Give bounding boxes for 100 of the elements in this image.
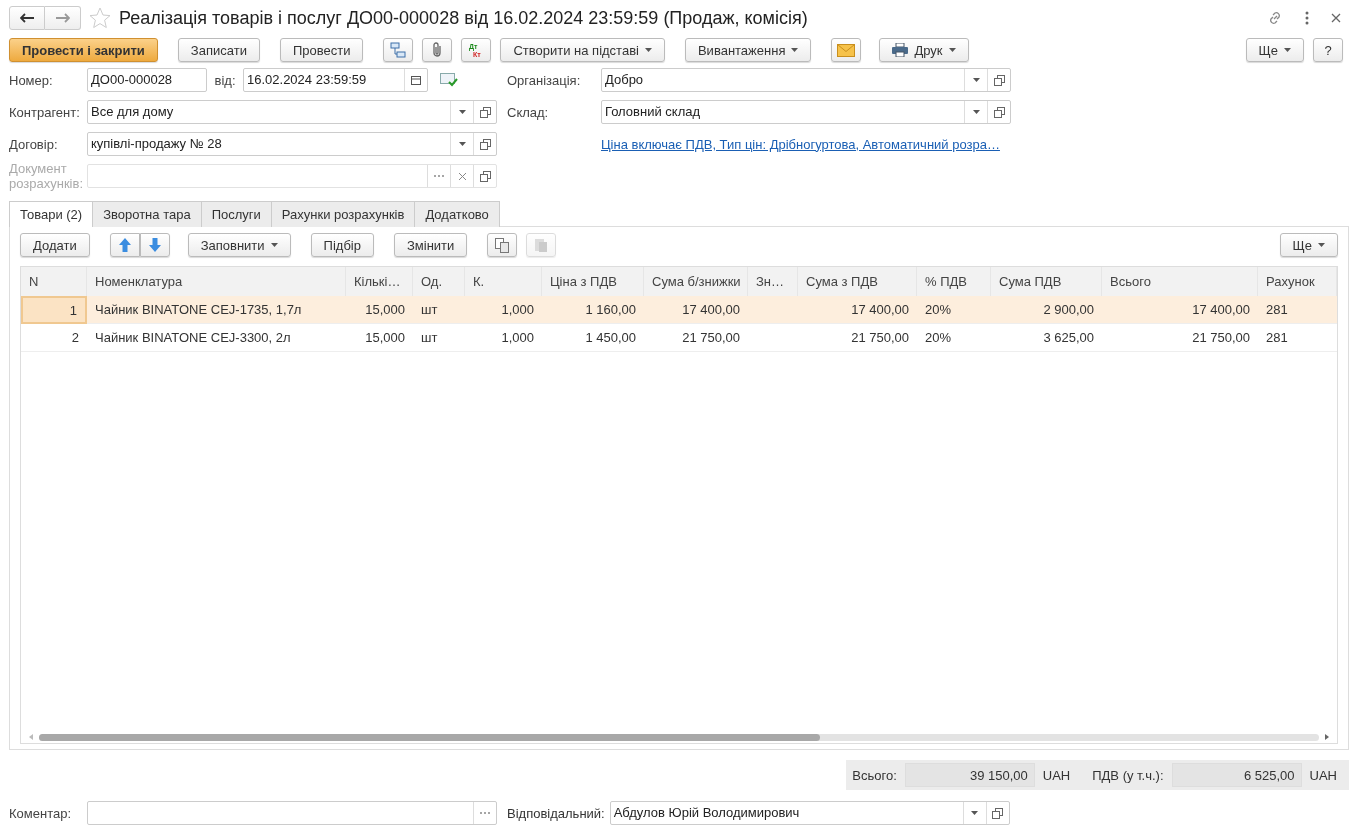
column-header: Од. [413,267,465,296]
field-label: від: [213,72,237,88]
post-and-close-button[interactable]: Провести і закрити [9,38,158,62]
toolbar-icon-button[interactable] [422,38,453,62]
back-button[interactable] [9,6,45,30]
table-cell: 1 160,00 [542,296,644,324]
posted-check-icon [440,73,458,87]
select-field[interactable]: купівлі-продажу № 28 [87,132,497,156]
paste-icon [534,237,549,253]
menu-button[interactable]: Вивантаження [684,38,812,62]
print-button[interactable]: Друк [879,38,969,62]
menu-button[interactable]: Створити на підставі [500,38,665,62]
caret-icon [1318,243,1325,247]
toolbar-icon-button[interactable] [487,233,518,257]
close-icon[interactable] [1329,11,1343,25]
star-icon[interactable] [89,7,111,29]
field-label: Склад: [507,104,550,120]
toolbar-button[interactable]: Змінити [393,233,468,257]
responsible-field[interactable]: Абдулов Юрій Володимирович [609,801,1010,825]
field-label: Коментар: [9,805,73,821]
column-header: N [21,267,87,296]
table-cell: Чайник BINATONE CEJ-1735, 1,7л [87,296,346,324]
caret-icon [972,110,980,114]
toolbar-button[interactable]: Провести [279,38,364,62]
table-cell: 17 400,00 [1102,296,1258,324]
tab[interactable]: Рахунки розрахунків [270,201,416,227]
more-button[interactable]: Ще [1279,233,1338,257]
forward-arrow-icon [55,13,70,23]
menu-button[interactable]: Заповнити [187,233,291,257]
number-field[interactable]: ДО00-000028 [87,68,207,92]
toolbar-button[interactable]: Додати [20,233,90,257]
help-button[interactable]: ? [1313,38,1343,62]
caret-icon [948,48,956,52]
scroll-right-icon [1325,734,1329,740]
open-icon [479,170,491,182]
column-header: Зн… [748,267,798,296]
total-label: Всього: [852,767,897,783]
toolbar-icon-button[interactable] [383,38,414,62]
column-header: Кількі… [346,267,413,296]
caret-icon [971,811,979,815]
select-field[interactable]: Головний склад [601,100,1011,124]
clear-icon [458,172,466,180]
caret-icon [791,48,799,52]
copy-icon [495,237,510,253]
table-cell: 15,000 [346,296,413,324]
column-header: % ПДВ [917,267,991,296]
column-header: Сума ПДВ [991,267,1102,296]
open-icon [993,74,1005,86]
currency-label: UAH [1309,767,1337,783]
table-cell: 17 400,00 [644,296,748,324]
table-cell: 17 400,00 [798,296,917,324]
toolbar-button[interactable]: Записати [177,38,260,62]
select-field[interactable] [87,164,497,188]
select-field[interactable]: Добро [601,68,1011,92]
caret-icon [270,243,278,247]
table-cell: 20% [917,296,991,324]
field-label: Організація: [507,72,582,88]
total-label: ПДВ (у т.ч.): [1092,767,1164,783]
open-icon [992,807,1004,819]
price-settings-link[interactable]: Ціна включає ПДВ, Тип цін: Дрібногуртова, Автоматичний розра… [601,136,1000,152]
table-cell: 281 [1258,296,1337,324]
down-arrow-icon [148,238,161,252]
open-icon [479,138,491,150]
select-field[interactable]: Все для дому [87,100,497,124]
tab[interactable]: Товари (2) [9,201,94,227]
caret-icon [972,78,980,82]
structure-icon [390,42,407,58]
open-icon [479,106,491,118]
table-cell: 1 [21,296,87,324]
date-field[interactable]: 16.02.2024 23:59:59 [243,68,428,92]
toolbar-button[interactable]: Підбір [310,233,374,257]
toolbar-icon-button[interactable] [831,38,862,62]
up-arrow-icon [118,238,131,252]
total-value: 39 150,00 [904,763,1035,787]
tab[interactable]: Додатково [414,201,500,227]
tab[interactable]: Зворотна тара [92,201,202,227]
table-cell: шт [413,296,465,324]
more-button[interactable]: Ще [1245,38,1304,62]
scroll-left-icon [29,734,33,740]
currency-label: UAH [1042,767,1071,783]
column-header: Рахунок [1258,267,1337,296]
horizontal-scrollbar[interactable] [39,733,1319,741]
tab[interactable]: Послуги [200,201,272,227]
field-label: Документ розрахунків: [9,161,84,191]
printer-icon [892,43,909,57]
caret-icon [644,48,652,52]
caret-icon [1284,48,1291,52]
back-arrow-icon [20,13,34,23]
field-label: Номер: [9,72,54,88]
caret-icon [458,142,466,146]
column-header: Ціна з ПДВ [542,267,644,296]
more-menu-icon[interactable] [1303,9,1311,27]
total-value: 6 525,00 [1171,763,1302,787]
move-button[interactable] [139,233,170,257]
field-label: Відповідальний: [507,805,605,821]
table-cell: 2 900,00 [991,296,1102,324]
move-button[interactable] [109,233,140,257]
comment-field[interactable] [87,801,497,825]
field-label: Контрагент: [9,104,81,120]
open-icon [993,106,1005,118]
